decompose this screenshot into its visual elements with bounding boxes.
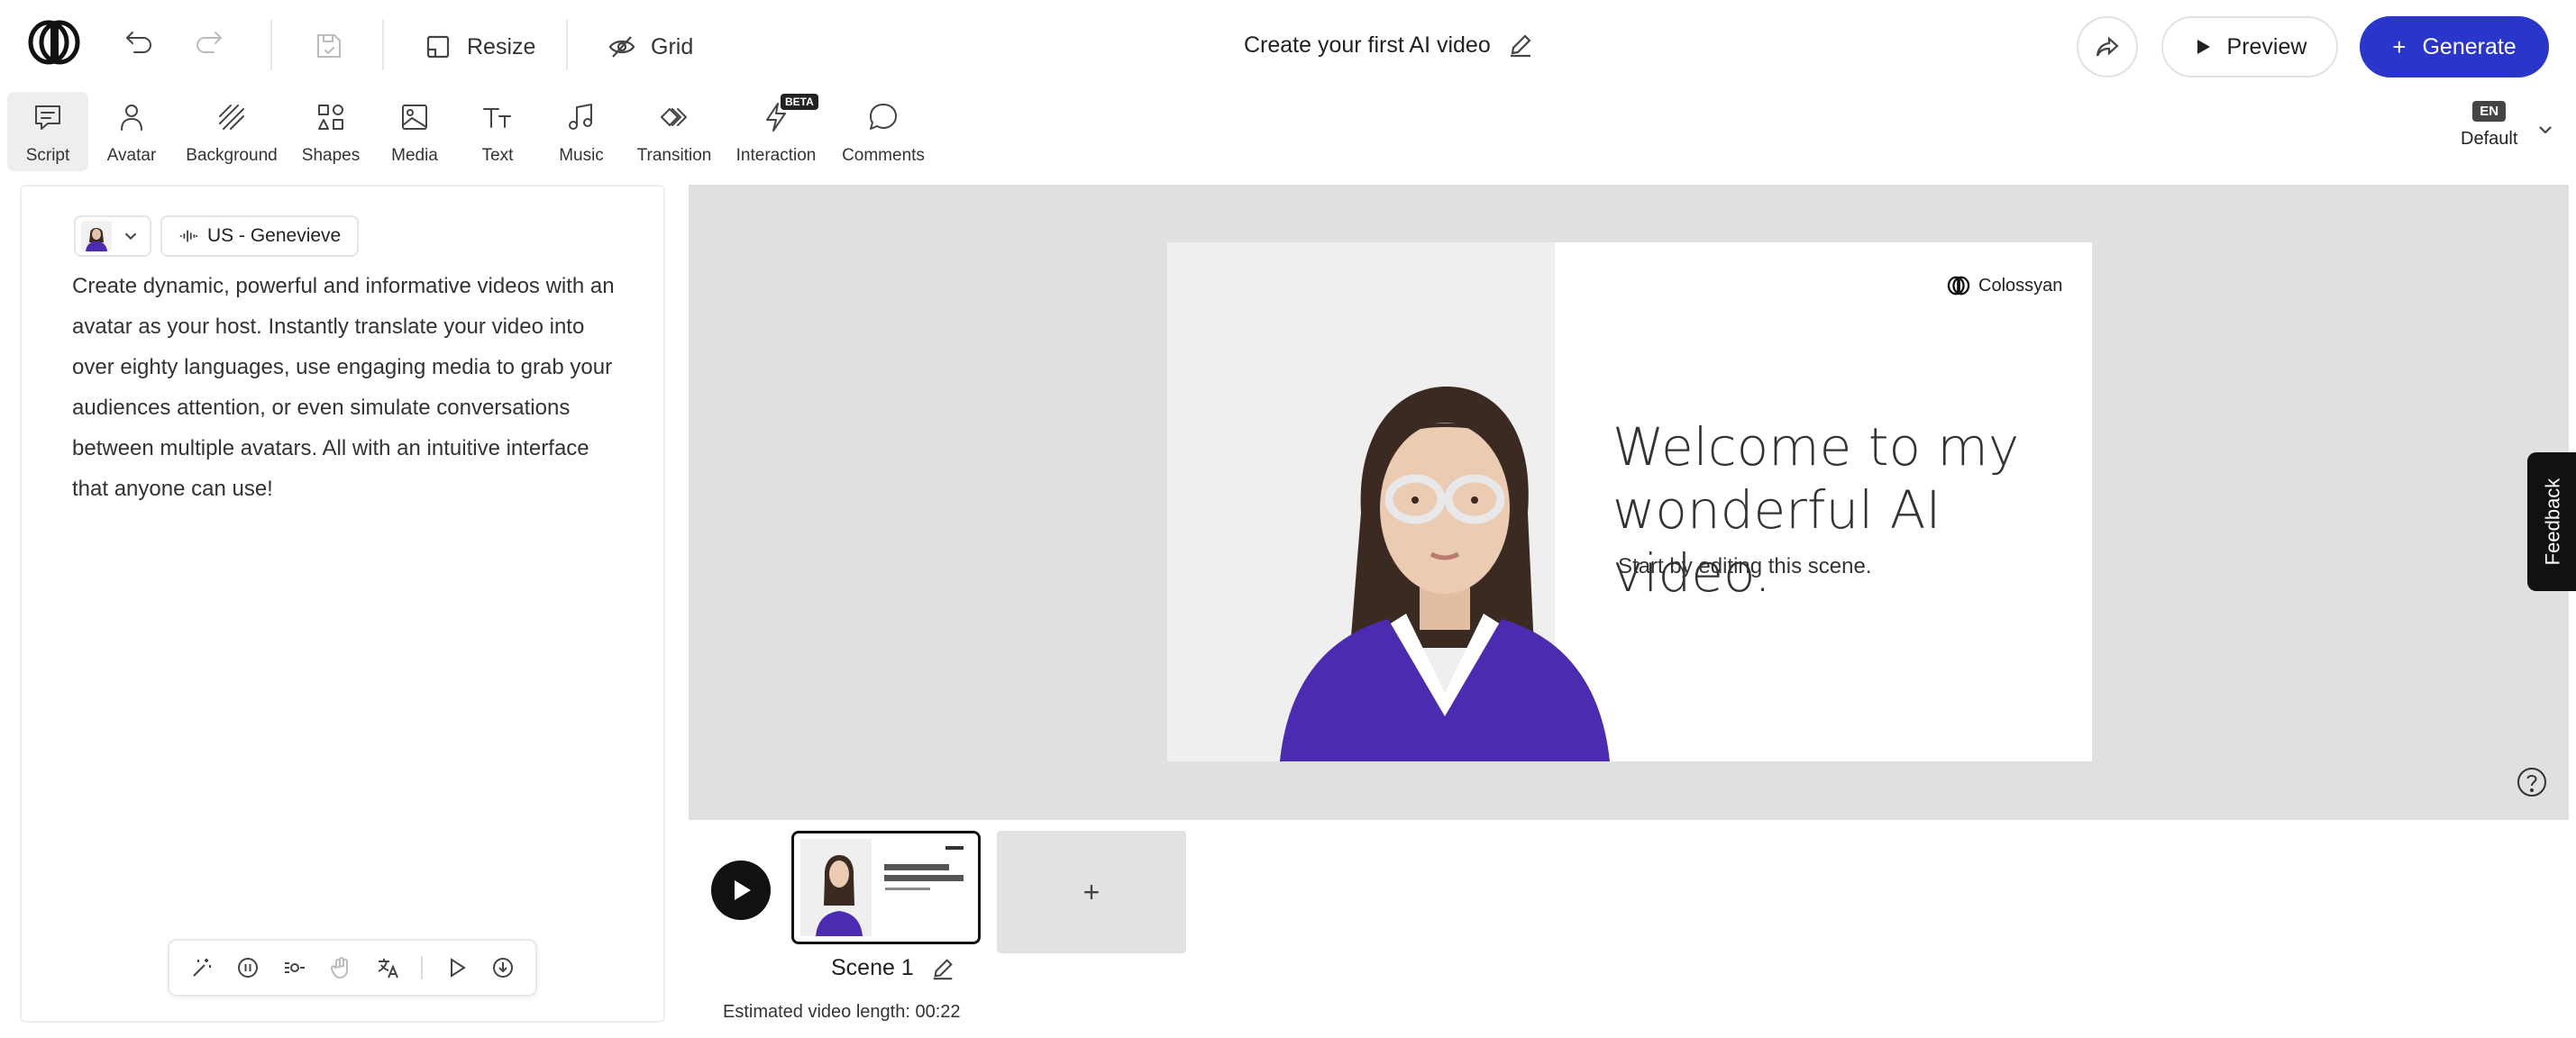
resize-button[interactable]: Resize [416,20,543,74]
brand-name: Colossyan [1978,275,2063,296]
music-icon [563,99,599,135]
download-icon[interactable] [490,955,516,980]
voice-label: US - Genevieve [207,225,342,246]
list-icon[interactable] [282,955,307,980]
brand-logo: Colossyan [1946,275,2062,296]
feedback-label: Feedback [2541,478,2563,566]
play-icon [2193,37,2213,57]
comments-icon [865,99,901,135]
add-scene-button[interactable]: + [997,831,1186,953]
save-button[interactable] [297,14,361,77]
resize-label: Resize [467,33,536,59]
share-icon [2094,33,2121,60]
grid-button[interactable]: Grid [600,20,700,74]
tool-label: Music [559,146,604,165]
divider [421,956,424,979]
avatar-thumbnail [81,221,112,251]
play-outline-icon[interactable] [444,955,470,980]
tool-label: Avatar [106,146,157,165]
slide-subtext[interactable]: Start by editing this scene. [1618,554,1871,579]
plus-icon: + [2392,32,2407,60]
eye-off-icon [607,32,636,61]
waveform-icon [178,226,198,246]
tool-shapes[interactable]: Shapes [296,92,366,171]
tool-label: Script [25,146,70,165]
gesture-icon[interactable] [328,955,353,980]
resize-icon [424,32,452,61]
translate-icon[interactable] [375,955,400,980]
divider [382,20,384,70]
colossyan-logo[interactable] [27,18,81,67]
media-icon [397,99,433,135]
shapes-icon [313,99,349,135]
pause-icon[interactable] [235,955,260,980]
generate-label: Generate [2422,33,2517,59]
tool-script[interactable]: Script [7,92,88,171]
tool-music[interactable]: Music [546,92,617,171]
avatar-selector[interactable] [74,215,151,257]
tool-avatar[interactable]: Avatar [97,92,166,171]
tool-interaction[interactable]: BETA Interaction [728,92,824,171]
project-title-text: Create your first AI video [1244,32,1491,58]
scene-canvas[interactable]: Colossyan Welcome to my wonderful AI vid… [689,185,2569,820]
tool-text[interactable]: Text [463,92,532,171]
scene-name: Scene 1 [831,955,914,980]
redo-icon [190,23,226,59]
text-icon [480,99,516,135]
background-icon [214,99,250,135]
script-toolbar [168,939,537,997]
magic-wand-icon[interactable] [189,955,215,980]
transition-icon [656,99,692,135]
tool-label: Interaction [735,146,817,165]
tool-label: Background [186,146,278,165]
chevron-down-icon [121,226,141,246]
tool-transition[interactable]: Transition [631,92,717,171]
chevron-down-icon[interactable] [2535,119,2556,141]
tool-label: Transition [636,146,712,165]
divider [566,20,568,70]
play-icon [727,877,754,904]
pencil-icon[interactable] [1507,32,1534,59]
language-selector[interactable]: EN Default [2461,101,2517,150]
save-icon [311,28,347,64]
pencil-icon[interactable] [930,956,955,981]
avatar-image[interactable] [1253,378,1631,761]
avatar-icon [114,99,150,135]
script-icon [30,99,66,135]
undo-icon [122,23,158,59]
preview-label: Preview [2226,33,2307,59]
tool-label: Text [481,146,514,165]
redo-button[interactable] [177,10,240,73]
language-label: Default [2461,129,2518,149]
grid-label: Grid [651,33,694,59]
scene-label[interactable]: Scene 1 [831,955,955,981]
plus-icon: + [1082,875,1101,908]
divider [270,20,272,70]
script-panel: US - Genevieve Create dynamic, powerful … [20,185,665,1023]
share-button[interactable] [2077,16,2138,77]
help-icon[interactable] [2517,767,2547,797]
play-button[interactable] [711,860,771,920]
beta-badge: BETA [781,94,818,110]
preview-button[interactable]: Preview [2161,16,2338,77]
script-text[interactable]: Create dynamic, powerful and informative… [72,266,631,509]
undo-button[interactable] [108,10,171,73]
tool-label: Shapes [301,146,361,165]
tool-background[interactable]: Background [178,92,285,171]
feedback-tab[interactable]: Feedback [2527,452,2576,591]
voice-selector[interactable]: US - Genevieve [160,215,360,257]
scene-thumbnail[interactable] [791,831,981,944]
tool-label: Media [391,146,438,165]
slide[interactable]: Colossyan Welcome to my wonderful AI vid… [1167,242,2092,761]
generate-button[interactable]: + Generate [2360,16,2549,77]
app-root: Resize Grid Create your first AI video P… [0,0,2576,1038]
tool-media[interactable]: Media [380,92,449,171]
project-title[interactable]: Create your first AI video [1244,22,1534,68]
tool-comments[interactable]: Comments [836,92,930,171]
language-code: EN [2472,101,2507,122]
tool-label: Comments [842,146,925,165]
estimated-length: Estimated video length: 00:22 [723,1002,961,1022]
